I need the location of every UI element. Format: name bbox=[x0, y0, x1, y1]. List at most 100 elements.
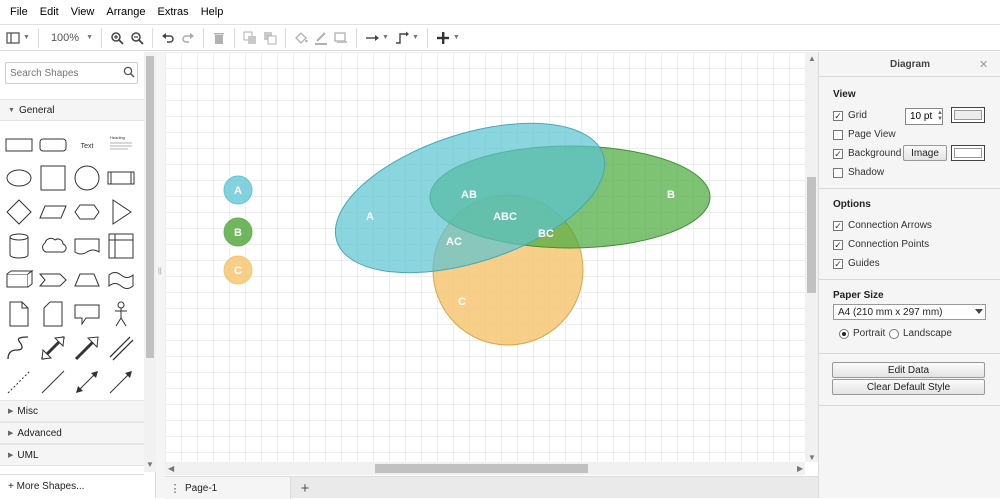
step-shape[interactable] bbox=[36, 263, 70, 297]
section-misc[interactable]: ▶ Misc bbox=[0, 400, 144, 422]
zoom-dropdown[interactable]: 100% ▼ bbox=[47, 27, 93, 49]
line-color-button[interactable] bbox=[314, 27, 328, 49]
delete-button[interactable] bbox=[212, 27, 226, 49]
grid-size-spinner-icon[interactable]: ▲ ▼ bbox=[937, 110, 943, 122]
page-menu-dots-icon[interactable]: ⋮ bbox=[165, 482, 185, 495]
page-tab[interactable]: ⋮ Page-1 bbox=[165, 477, 291, 499]
portrait-option[interactable]: Portrait bbox=[839, 328, 885, 339]
diamond-shape[interactable] bbox=[2, 195, 36, 229]
landscape-radio[interactable] bbox=[889, 328, 899, 339]
rectangle-shape[interactable] bbox=[2, 127, 36, 161]
cube-shape[interactable] bbox=[2, 263, 36, 297]
grid-option[interactable]: ✓ Grid bbox=[833, 110, 867, 121]
process-shape[interactable] bbox=[104, 161, 138, 195]
circle-shape[interactable] bbox=[70, 161, 104, 195]
cloud-shape[interactable] bbox=[36, 229, 70, 263]
sidebar-splitter[interactable] bbox=[156, 52, 165, 498]
card-shape[interactable] bbox=[36, 297, 70, 331]
background-option[interactable]: ✓ Background bbox=[833, 148, 901, 159]
bidirectional-connector-shape[interactable] bbox=[70, 365, 104, 399]
redo-button[interactable] bbox=[181, 27, 195, 49]
internal-storage-shape[interactable] bbox=[104, 229, 138, 263]
curve-shape[interactable] bbox=[2, 331, 36, 365]
zoom-out-button[interactable] bbox=[130, 27, 144, 49]
link-shape[interactable] bbox=[104, 331, 138, 365]
square-shape[interactable] bbox=[36, 161, 70, 195]
cylinder-shape[interactable] bbox=[2, 229, 36, 263]
undo-icon bbox=[162, 32, 174, 43]
canvas-vertical-scroll-thumb[interactable] bbox=[807, 177, 816, 293]
actor-shape[interactable] bbox=[104, 297, 138, 331]
to-back-button[interactable] bbox=[263, 27, 277, 49]
rounded-rectangle-shape[interactable] bbox=[36, 127, 70, 161]
guides-checkbox[interactable]: ✓ bbox=[833, 258, 843, 269]
fill-color-button[interactable] bbox=[294, 27, 308, 49]
background-checkbox[interactable]: ✓ bbox=[833, 148, 843, 159]
shadow-checkbox[interactable] bbox=[833, 167, 843, 178]
paper-size-select[interactable]: A4 (210 mm x 297 mm) bbox=[833, 304, 986, 320]
note-shape[interactable] bbox=[2, 297, 36, 331]
guides-option[interactable]: ✓ Guides bbox=[833, 258, 880, 269]
page-view-checkbox[interactable] bbox=[833, 129, 843, 140]
scroll-right-arrow-icon[interactable]: ▶ bbox=[797, 464, 803, 473]
landscape-option[interactable]: Landscape bbox=[889, 328, 952, 339]
ellipse-shape[interactable] bbox=[2, 161, 36, 195]
triangle-shape[interactable] bbox=[104, 195, 138, 229]
tape-shape[interactable] bbox=[104, 263, 138, 297]
menu-help[interactable]: Help bbox=[195, 6, 230, 18]
scroll-up-arrow-icon[interactable]: ▲ bbox=[808, 54, 816, 63]
sidebar-scroll-thumb[interactable] bbox=[146, 56, 154, 358]
menu-arrange[interactable]: Arrange bbox=[100, 6, 151, 18]
more-shapes-button[interactable]: + More Shapes... bbox=[0, 474, 144, 498]
callout-shape[interactable] bbox=[70, 297, 104, 331]
page-view-option[interactable]: Page View bbox=[833, 129, 896, 140]
grid-color-swatch[interactable] bbox=[951, 107, 985, 123]
undo-button[interactable] bbox=[161, 27, 175, 49]
grid-checkbox[interactable]: ✓ bbox=[833, 110, 843, 121]
connection-style-dropdown[interactable]: ▼ bbox=[365, 27, 389, 49]
shadow-option[interactable]: Shadow bbox=[833, 167, 884, 178]
diagram-canvas[interactable]: A B C A B C AB AC BC ABC bbox=[165, 52, 805, 462]
close-icon[interactable]: ✕ bbox=[979, 58, 988, 71]
image-button[interactable]: Image bbox=[903, 145, 947, 161]
connection-points-checkbox[interactable]: ✓ bbox=[833, 239, 843, 250]
section-general[interactable]: ▼ General bbox=[0, 99, 144, 121]
hexagon-shape[interactable] bbox=[70, 195, 104, 229]
scroll-down-arrow-icon[interactable]: ▼ bbox=[808, 453, 816, 462]
textbox-shape[interactable]: Heading bbox=[104, 127, 138, 161]
scroll-down-arrow-icon[interactable]: ▼ bbox=[146, 460, 154, 469]
menu-edit[interactable]: Edit bbox=[34, 6, 65, 18]
add-page-button[interactable]: + bbox=[293, 477, 317, 499]
menu-extras[interactable]: Extras bbox=[152, 6, 195, 18]
connection-arrows-option[interactable]: ✓ Connection Arrows bbox=[833, 220, 932, 231]
document-shape[interactable] bbox=[70, 229, 104, 263]
zoom-in-button[interactable] bbox=[110, 27, 124, 49]
canvas-horizontal-scroll-thumb[interactable] bbox=[375, 464, 588, 473]
arrow-shape[interactable] bbox=[70, 331, 104, 365]
background-color-swatch[interactable] bbox=[951, 145, 985, 161]
connection-arrows-checkbox[interactable]: ✓ bbox=[833, 220, 843, 231]
insert-dropdown[interactable]: ▼ bbox=[436, 27, 460, 49]
section-advanced[interactable]: ▶ Advanced bbox=[0, 422, 144, 444]
clear-default-style-button[interactable]: Clear Default Style bbox=[832, 379, 985, 395]
directional-connector-shape[interactable] bbox=[104, 365, 138, 399]
bidirectional-arrow-shape[interactable] bbox=[36, 331, 70, 365]
text-shape[interactable]: Text bbox=[70, 127, 104, 161]
scroll-left-arrow-icon[interactable]: ◀ bbox=[168, 464, 174, 473]
shadow-button[interactable] bbox=[334, 27, 348, 49]
dashed-line-shape[interactable] bbox=[2, 365, 36, 399]
line-shape[interactable] bbox=[36, 365, 70, 399]
trapezoid-shape[interactable] bbox=[70, 263, 104, 297]
connection-points-option[interactable]: ✓ Connection Points bbox=[833, 239, 929, 250]
to-front-button[interactable] bbox=[243, 27, 257, 49]
search-shapes-input[interactable] bbox=[5, 62, 138, 84]
portrait-radio[interactable] bbox=[839, 328, 849, 339]
format-panel-toggle-button[interactable]: ▼ bbox=[6, 27, 30, 49]
waypoints-dropdown[interactable]: ▼ bbox=[395, 27, 419, 49]
parallelogram-shape[interactable] bbox=[36, 195, 70, 229]
chevron-down-icon: ▼ bbox=[411, 34, 419, 41]
edit-data-button[interactable]: Edit Data bbox=[832, 362, 985, 378]
menu-file[interactable]: File bbox=[4, 6, 34, 18]
section-uml[interactable]: ▶ UML bbox=[0, 444, 144, 466]
menu-view[interactable]: View bbox=[65, 6, 101, 18]
